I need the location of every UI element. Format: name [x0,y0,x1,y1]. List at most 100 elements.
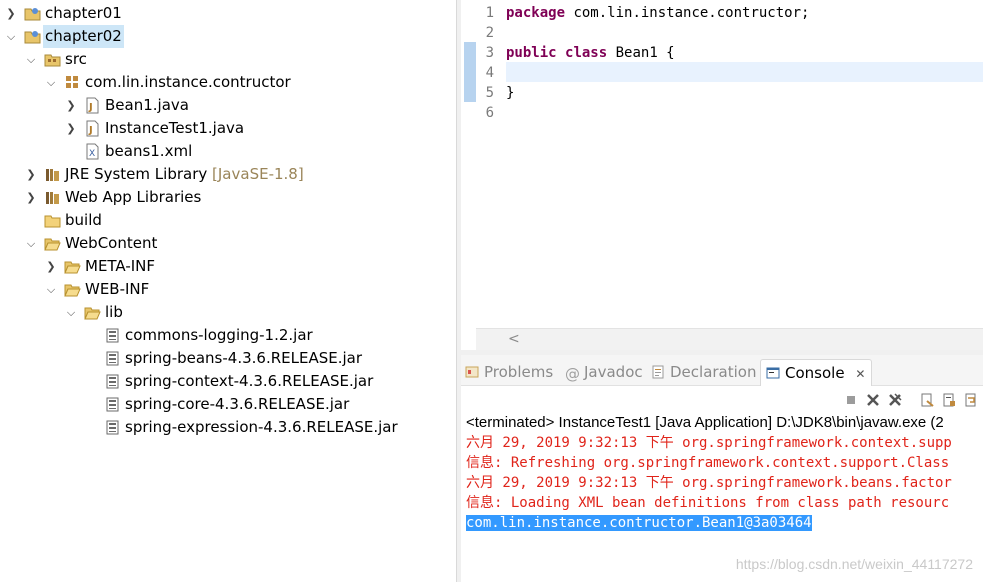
tree-item-label: spring-beans-4.3.6.RELEASE.jar [125,349,363,367]
tab-declaration[interactable]: Declaration [651,359,756,385]
folder-icon [64,261,81,274]
tree-item-beans1-xml[interactable]: X beans1.xml [0,140,455,163]
tab-problems[interactable]: Problems [465,359,553,385]
tree-item-webcontent[interactable]: ⌵ WebContent [0,232,455,255]
tree-item-label: Web App Libraries [65,188,202,206]
chevron-down-icon[interactable]: ⌵ [5,25,17,48]
jar-icon [106,374,119,389]
jar-icon [106,397,119,412]
console-line: 信息: Refreshing org.springframework.conte… [466,455,950,471]
tree-item-jar[interactable]: spring-context-4.3.6.RELEASE.jar [0,370,455,393]
svg-text:J: J [88,125,93,136]
tree-item-label: com.lin.instance.contructor [85,73,291,91]
tree-item-jar[interactable]: spring-expression-4.3.6.RELEASE.jar [0,416,455,439]
watermark: https://blog.csdn.net/weixin_44117272 [735,556,973,572]
tree-item-chapter02[interactable]: ⌵ chapter02 [0,25,455,48]
tree-item-label: src [65,50,87,68]
source-folder-icon [44,54,61,67]
tree-item-label: JRE System Library [JavaSE-1.8] [65,165,304,183]
chevron-down-icon[interactable]: ⌵ [45,278,57,301]
scroll-left-arrow[interactable]: < [508,331,520,347]
tree-item-label: build [65,211,102,229]
tree-item-label: lib [105,303,123,321]
code-line-1[interactable]: package com.lin.instance.contructor; [506,3,809,23]
chevron-down-icon[interactable]: ⌵ [45,71,57,94]
java-editor[interactable]: 1 2 3 4 5 6 package com.lin.instance.con… [461,0,983,352]
line-number: 4 [485,65,494,81]
tab-console[interactable]: Console ✕ [760,359,873,386]
change-ruler-marker [464,42,476,102]
package-icon [66,76,78,88]
tree-item-label: commons-logging-1.2.jar [125,326,313,344]
svg-text:J: J [88,102,93,113]
library-icon [46,169,59,181]
folder-open-icon [44,238,61,251]
tree-item-label: chapter02 [43,25,124,48]
keyword: public [506,45,557,61]
folder-icon [44,215,61,228]
tree-item-chapter01[interactable]: ❯ chapter01 [0,2,455,25]
word-wrap-icon[interactable] [964,393,978,407]
chevron-right-icon[interactable]: ❯ [45,255,57,278]
chevron-down-icon[interactable]: ⌵ [65,301,77,324]
code-line-5[interactable]: } [506,83,514,103]
console-line: 六月 29, 2019 9:32:13 下午 org.springframewo… [466,435,952,451]
scroll-lock-icon[interactable] [942,393,956,407]
tree-item-web-inf[interactable]: ⌵ WEB-INF [0,278,455,301]
tree-item-src[interactable]: ⌵ src [0,48,455,71]
keyword: package [506,5,566,21]
tree-item-instancetest1-java[interactable]: ❯ J InstanceTest1.java [0,117,455,140]
tree-item-web-app-libraries[interactable]: ❯ Web App Libraries [0,186,455,209]
jar-icon [106,328,119,343]
code-text: Bean1 { [607,45,675,61]
jar-icon [106,351,119,366]
horizontal-scrollbar[interactable]: < [476,328,983,351]
remove-launch-icon[interactable] [866,393,880,407]
tree-item-label: InstanceTest1.java [105,119,245,137]
tree-item-jar[interactable]: spring-beans-4.3.6.RELEASE.jar [0,347,455,370]
tree-item-bean1-java[interactable]: ❯ J Bean1.java [0,94,455,117]
tree-item-label: spring-context-4.3.6.RELEASE.jar [125,372,374,390]
line-number: 1 [485,5,494,21]
svg-text:X: X [89,149,95,159]
java-project-icon [24,31,41,44]
terminate-icon[interactable] [844,393,858,407]
tree-item-jar[interactable]: commons-logging-1.2.jar [0,324,455,347]
folder-open-icon [64,284,81,297]
console-launch-header: <terminated> InstanceTest1 [Java Applica… [466,414,944,431]
java-file-icon: J [86,120,99,137]
declaration-icon [652,365,664,379]
tree-item-jar[interactable]: spring-core-4.3.6.RELEASE.jar [0,393,455,416]
tree-item-label: WEB-INF [85,280,150,298]
code-text: com.lin.instance.contructor; [565,5,810,21]
tree-item-lib[interactable]: ⌵ lib [0,301,455,324]
remove-all-terminated-icon[interactable] [888,393,902,407]
jar-icon [106,420,119,435]
tree-item-package[interactable]: ⌵ com.lin.instance.contructor [0,71,455,94]
code-line-3[interactable]: public class Bean1 { [506,43,675,63]
chevron-down-icon[interactable]: ⌵ [25,232,37,255]
clear-console-icon[interactable] [920,393,934,407]
java-project-icon [24,8,41,21]
tree-item-label: META-INF [85,257,156,275]
chevron-right-icon[interactable]: ❯ [25,186,37,209]
line-number: 6 [485,105,494,121]
chevron-right-icon[interactable]: ❯ [5,2,17,25]
tab-javadoc[interactable]: @ Javadoc [565,359,643,385]
chevron-right-icon[interactable]: ❯ [65,94,77,117]
tree-item-meta-inf[interactable]: ❯ META-INF [0,255,455,278]
tree-item-label: WebContent [65,234,158,252]
console-line: 六月 29, 2019 9:32:13 下午 org.springframewo… [466,475,952,491]
chevron-down-icon[interactable]: ⌵ [25,48,37,71]
bottom-panel: Problems @ Javadoc Declaration Console ✕ … [461,355,983,582]
close-icon[interactable]: ✕ [855,367,865,381]
tree-item-build[interactable]: build [0,209,455,232]
tree-item-label: beans1.xml [105,142,193,160]
folder-open-icon [84,307,101,320]
tree-item-jre-library[interactable]: ❯ JRE System Library [JavaSE-1.8] [0,163,455,186]
chevron-right-icon[interactable]: ❯ [25,163,37,186]
line-number: 5 [485,85,494,101]
java-file-icon: J [86,97,99,114]
chevron-right-icon[interactable]: ❯ [65,117,77,140]
console-output-selected[interactable]: com.lin.instance.contructor.Bean1@3a0346… [466,513,812,533]
